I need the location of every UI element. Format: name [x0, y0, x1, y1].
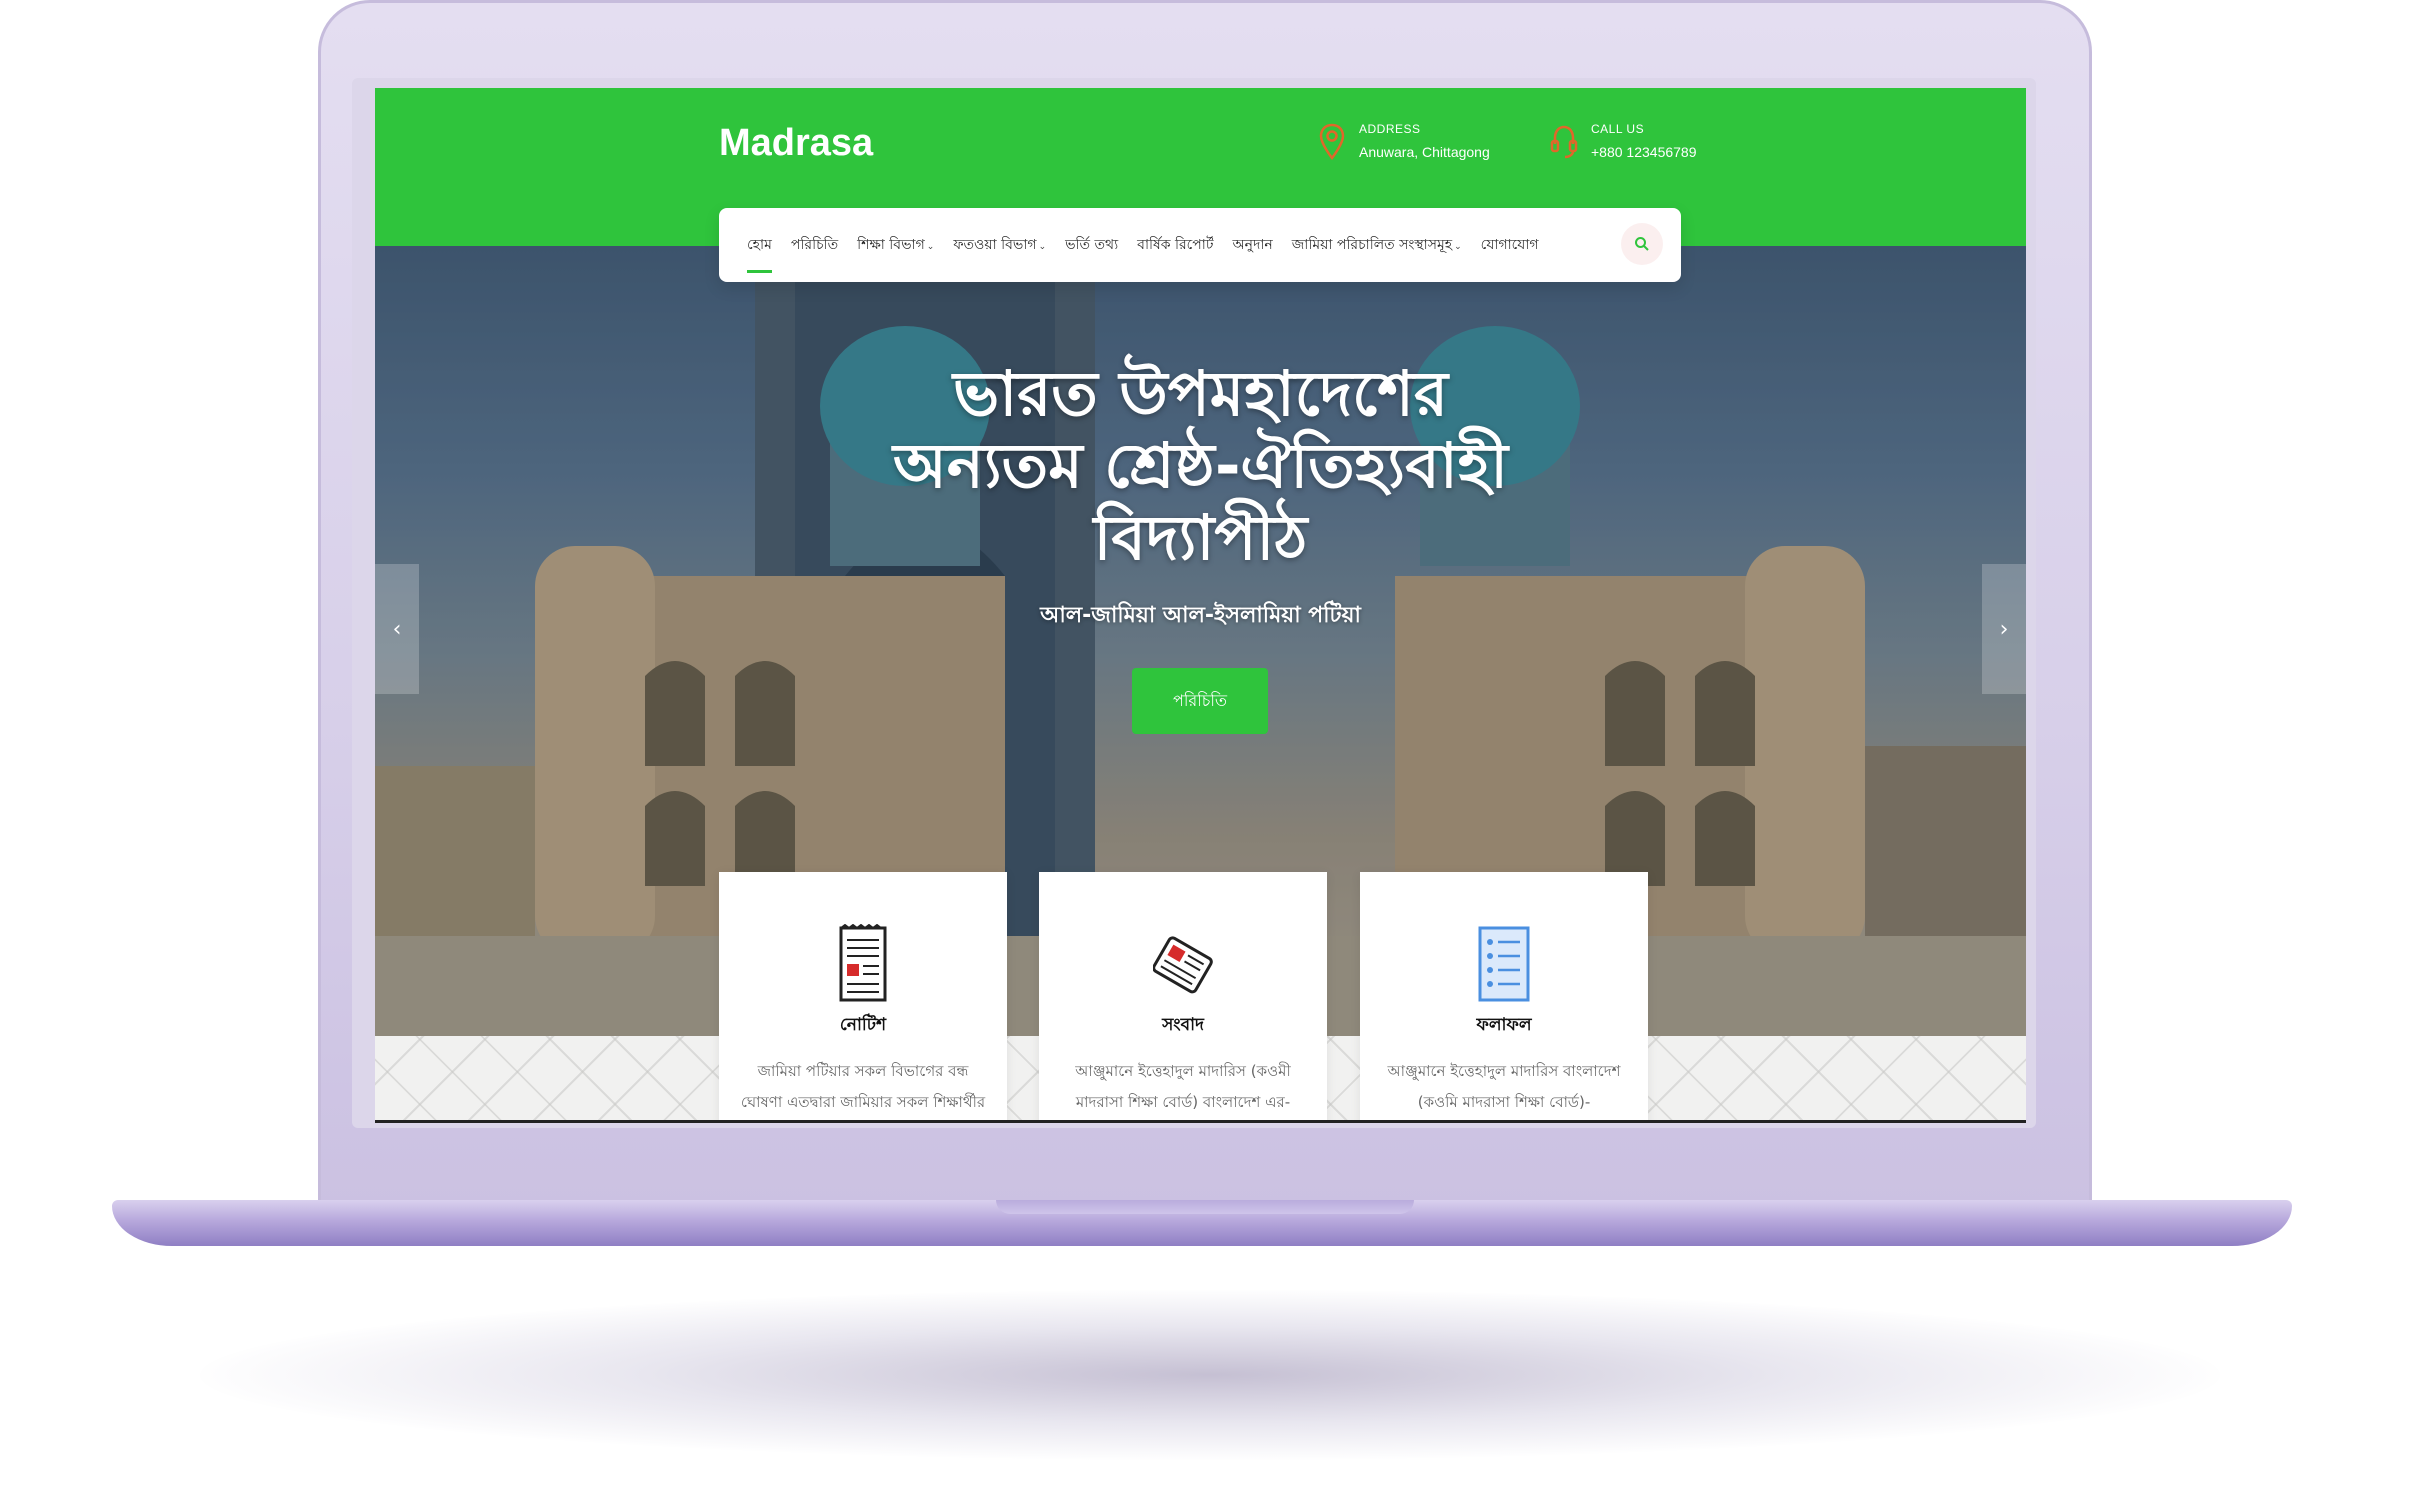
chevron-left-icon: ‹	[392, 616, 402, 642]
chevron-down-icon: ⌄	[926, 242, 935, 252]
slider-prev-button[interactable]: ‹	[375, 564, 419, 694]
nav-item-annual-report[interactable]: বার্ষিক রিপোর্ট	[1137, 233, 1213, 257]
address-value: Anuwara, Chittagong	[1359, 144, 1490, 160]
about-button[interactable]: পরিচিতি	[1132, 668, 1268, 734]
hero-title: ভারত উপমহাদেশের অন্যতম শ্রেষ্ঠ-ঐতিহ্যবাহ…	[375, 358, 2026, 574]
laptop-shadow	[200, 1290, 2220, 1460]
nav-item-label: জামিয়া পরিচালিত সংস্থাসমূহ	[1291, 237, 1453, 253]
chevron-down-icon: ⌄	[1454, 242, 1462, 252]
call-value[interactable]: +880 123456789	[1591, 144, 1697, 160]
nav-item-label: শিক্ষা বিভাগ	[857, 237, 925, 253]
laptop-screen: Madrasa ADDRESS Anuwara, Chittagong CALL…	[375, 88, 2026, 1123]
result-checklist-icon	[1478, 926, 1530, 1002]
search-icon	[1635, 237, 1649, 251]
nav-item-donation[interactable]: অনুদান	[1233, 233, 1273, 257]
address-label: ADDRESS	[1359, 122, 1421, 136]
hero-title-line: বিদ্যাপীঠ	[1093, 501, 1308, 574]
slider-next-button[interactable]: ›	[1982, 564, 2026, 694]
card-text: আঞ্জুমানে ইত্তেহাদুল মাদারিস (কওমী মাদরা…	[1075, 1062, 1291, 1111]
card-notice[interactable]: নোটিশ জামিয়া পটিয়ার সকল বিভাগের বন্ধ ঘ…	[719, 872, 1007, 1120]
chevron-right-icon: ›	[1999, 616, 2009, 642]
nav-item-label: ফতওয়া বিভাগ	[953, 237, 1037, 253]
card-title: নোটিশ	[839, 1015, 887, 1035]
nav-item-admission[interactable]: ভর্তি তথ্য	[1065, 233, 1118, 257]
card-title: সংবাদ	[1162, 1015, 1204, 1035]
nav-item-about[interactable]: পরিচিতি	[791, 233, 838, 257]
search-button[interactable]	[1621, 223, 1663, 265]
location-pin-icon	[1319, 123, 1345, 161]
nav-item-organizations[interactable]: জামিয়া পরিচালিত সংস্থাসমূহ ⌄	[1292, 233, 1462, 257]
hero-subtitle: আল-জামিয়া আল-ইসলামিয়া পটিয়া	[1040, 603, 1361, 628]
card-text: আঞ্জুমানে ইত্তেহাদুল মাদারিস বাংলাদেশ (ক…	[1387, 1062, 1621, 1111]
hero-title-line: ভারত উপমহাদেশের	[953, 357, 1448, 430]
card-title: ফলাফল	[1476, 1015, 1532, 1035]
nav-item-home[interactable]: হোম	[747, 233, 772, 273]
nav-item-fatwa[interactable]: ফতওয়া বিভাগ ⌄	[953, 233, 1046, 257]
laptop-notch	[996, 1200, 1414, 1214]
call-label: CALL US	[1591, 122, 1645, 136]
card-result[interactable]: ফলাফল আঞ্জুমানে ইত্তেহাদুল মাদারিস বাংলা…	[1360, 872, 1648, 1120]
notice-document-icon	[839, 924, 887, 1002]
hero-title-line: অন্যতম শ্রেষ্ঠ-ঐতিহ্যবাহী	[893, 429, 1508, 502]
call-info: CALL US +880 123456789	[1549, 122, 1697, 162]
chevron-down-icon: ⌄	[1038, 242, 1047, 252]
card-news[interactable]: সংবাদ আঞ্জুমানে ইত্তেহাদুল মাদারিস (কওমী…	[1039, 872, 1327, 1120]
site-logo[interactable]: Madrasa	[719, 122, 873, 165]
card-text: জামিয়া পটিয়ার সকল বিভাগের বন্ধ ঘোষণা এ…	[740, 1062, 986, 1111]
nav-item-education[interactable]: শিক্ষা বিভাগ ⌄	[857, 233, 934, 257]
main-nav: হোম পরিচিতি শিক্ষা বিভাগ ⌄ ফতওয়া বিভাগ ⌄ …	[719, 208, 1681, 282]
headset-icon	[1550, 125, 1578, 159]
nav-item-contact[interactable]: যোগাযোগ	[1481, 233, 1539, 257]
address-info: ADDRESS Anuwara, Chittagong	[1317, 122, 1490, 162]
newspaper-icon	[1153, 936, 1213, 994]
